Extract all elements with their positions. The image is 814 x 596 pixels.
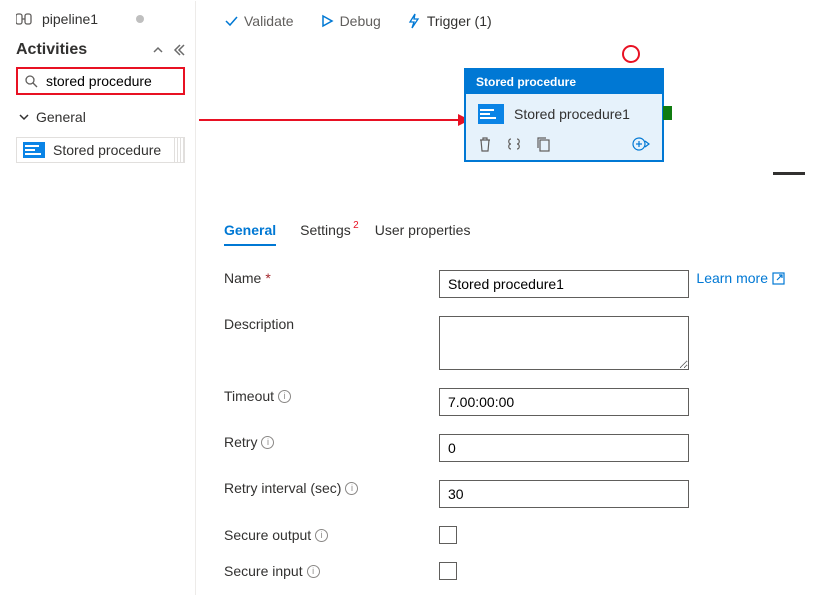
drag-handle[interactable] bbox=[174, 138, 184, 162]
play-icon bbox=[320, 14, 334, 28]
secure-output-label: Secure output i bbox=[224, 527, 439, 543]
search-icon bbox=[24, 74, 38, 88]
pipeline-name: pipeline1 bbox=[42, 11, 98, 27]
pipeline-icon bbox=[16, 12, 34, 26]
learn-more-label: Learn more bbox=[696, 270, 768, 286]
tab-settings-label: Settings bbox=[300, 222, 351, 238]
check-icon bbox=[224, 14, 238, 28]
timeout-label: Timeout i bbox=[224, 388, 439, 404]
trigger-button[interactable]: Trigger (1) bbox=[407, 13, 492, 29]
external-link-icon bbox=[772, 272, 785, 285]
collapse-panel-icon[interactable] bbox=[171, 43, 185, 57]
canvas-node-stored-procedure[interactable]: Stored procedure Stored procedure1 bbox=[464, 68, 664, 162]
lightning-icon bbox=[407, 13, 421, 29]
activity-stored-procedure[interactable]: Stored procedure bbox=[16, 137, 185, 163]
trigger-label: Trigger (1) bbox=[427, 13, 492, 29]
canvas-zoom-handle[interactable] bbox=[773, 172, 805, 175]
node-header: Stored procedure bbox=[466, 70, 662, 94]
activities-title: Activities bbox=[16, 41, 87, 59]
retry-label: Retry i bbox=[224, 434, 439, 450]
secure-output-checkbox[interactable] bbox=[439, 526, 457, 544]
activity-label: Stored procedure bbox=[53, 142, 161, 158]
annotation-circle bbox=[622, 45, 640, 63]
stored-procedure-icon bbox=[23, 142, 45, 158]
category-label: General bbox=[36, 109, 86, 125]
general-form: Name * Learn more Description Timeout i … bbox=[196, 252, 813, 580]
info-icon[interactable]: i bbox=[307, 565, 320, 578]
stored-procedure-icon bbox=[478, 104, 504, 124]
learn-more-link[interactable]: Learn more bbox=[696, 270, 785, 286]
add-output-icon[interactable] bbox=[632, 136, 650, 152]
node-title: Stored procedure1 bbox=[514, 106, 630, 122]
delete-icon[interactable] bbox=[478, 136, 492, 152]
unsaved-indicator bbox=[136, 15, 144, 23]
tab-settings-badge: 2 bbox=[353, 220, 359, 231]
category-general[interactable]: General bbox=[16, 105, 185, 135]
info-icon[interactable]: i bbox=[278, 390, 291, 403]
toolbar: Validate Debug Trigger (1) bbox=[196, 1, 813, 42]
secure-input-checkbox[interactable] bbox=[439, 562, 457, 580]
timeout-input[interactable] bbox=[439, 388, 689, 416]
canvas[interactable]: Stored procedure Stored procedure1 bbox=[196, 42, 813, 207]
name-label: Name * bbox=[224, 270, 439, 286]
chevron-down-icon bbox=[18, 111, 30, 123]
retry-interval-label: Retry interval (sec) i bbox=[224, 480, 439, 496]
expand-collapse-icon[interactable] bbox=[151, 43, 165, 57]
annotation-arrow bbox=[199, 119, 474, 121]
activities-search[interactable] bbox=[16, 67, 185, 95]
pipeline-header[interactable]: pipeline1 bbox=[16, 7, 185, 41]
properties-tabs: General Settings 2 User properties bbox=[196, 207, 813, 252]
info-icon[interactable]: i bbox=[345, 482, 358, 495]
description-label: Description bbox=[224, 316, 439, 332]
validate-label: Validate bbox=[244, 13, 294, 29]
tab-general[interactable]: General bbox=[224, 222, 276, 246]
validate-button[interactable]: Validate bbox=[224, 13, 294, 29]
code-icon[interactable] bbox=[506, 137, 522, 151]
description-input[interactable] bbox=[439, 316, 689, 370]
debug-label: Debug bbox=[340, 13, 381, 29]
debug-button[interactable]: Debug bbox=[320, 13, 381, 29]
tab-user-properties[interactable]: User properties bbox=[375, 222, 471, 246]
info-icon[interactable]: i bbox=[315, 529, 328, 542]
secure-input-label: Secure input i bbox=[224, 563, 439, 579]
retry-interval-input[interactable] bbox=[439, 480, 689, 508]
info-icon[interactable]: i bbox=[261, 436, 274, 449]
success-output-handle[interactable] bbox=[663, 106, 672, 120]
name-input[interactable] bbox=[439, 270, 689, 298]
search-input[interactable] bbox=[44, 72, 177, 90]
tab-settings[interactable]: Settings 2 bbox=[300, 222, 351, 246]
copy-icon[interactable] bbox=[536, 136, 550, 152]
retry-input[interactable] bbox=[439, 434, 689, 462]
